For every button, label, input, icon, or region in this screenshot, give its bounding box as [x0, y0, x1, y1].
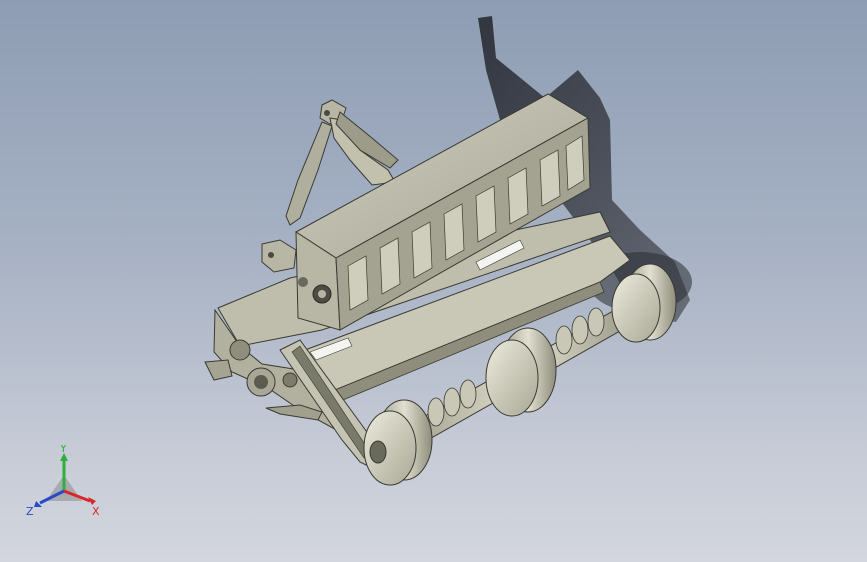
roller-wheel-1	[363, 399, 433, 486]
orientation-triad[interactable]: Y X Z	[20, 445, 110, 525]
seeder-3d-model[interactable]	[0, 0, 867, 562]
roller-wheel-2	[485, 327, 557, 417]
y-axis-label: Y	[59, 445, 67, 455]
z-axis-label: Z	[26, 505, 34, 518]
graphics-viewport[interactable]: Y X Z	[0, 0, 867, 562]
x-axis-label: X	[92, 505, 100, 518]
